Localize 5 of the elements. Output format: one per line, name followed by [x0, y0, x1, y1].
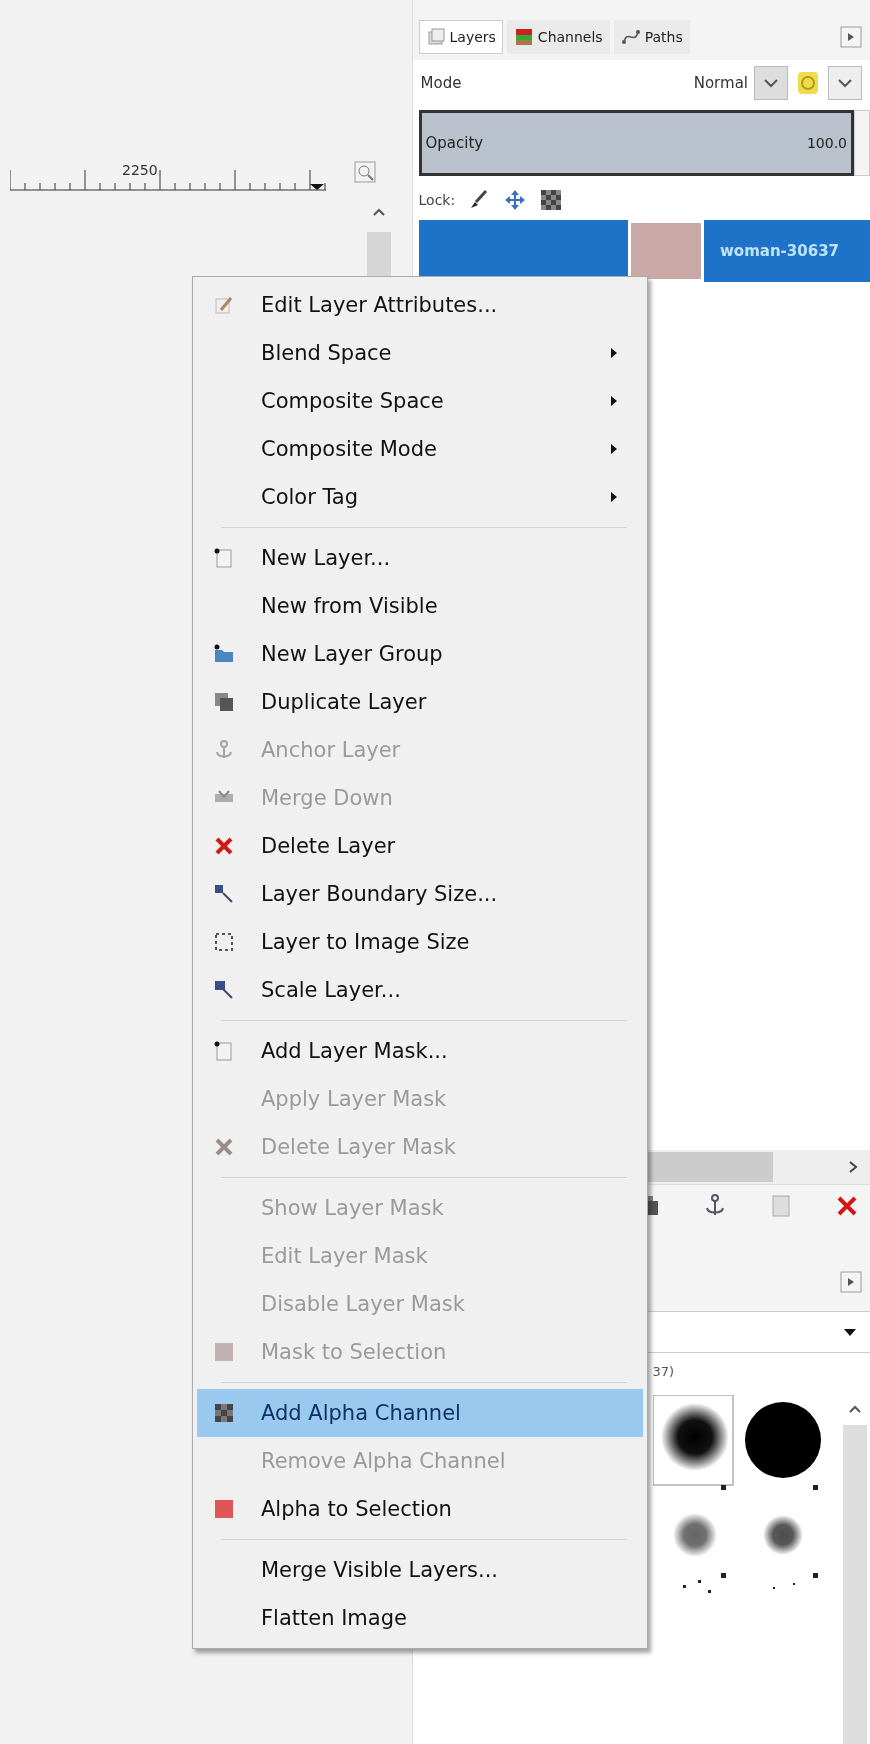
lock-label: Lock: — [418, 192, 456, 208]
layer-name: woman-30637 — [720, 242, 840, 260]
mode-label: Mode — [420, 74, 462, 92]
brush-count-label: 37) — [652, 1363, 675, 1379]
ruler-label: 2250 — [122, 162, 158, 178]
